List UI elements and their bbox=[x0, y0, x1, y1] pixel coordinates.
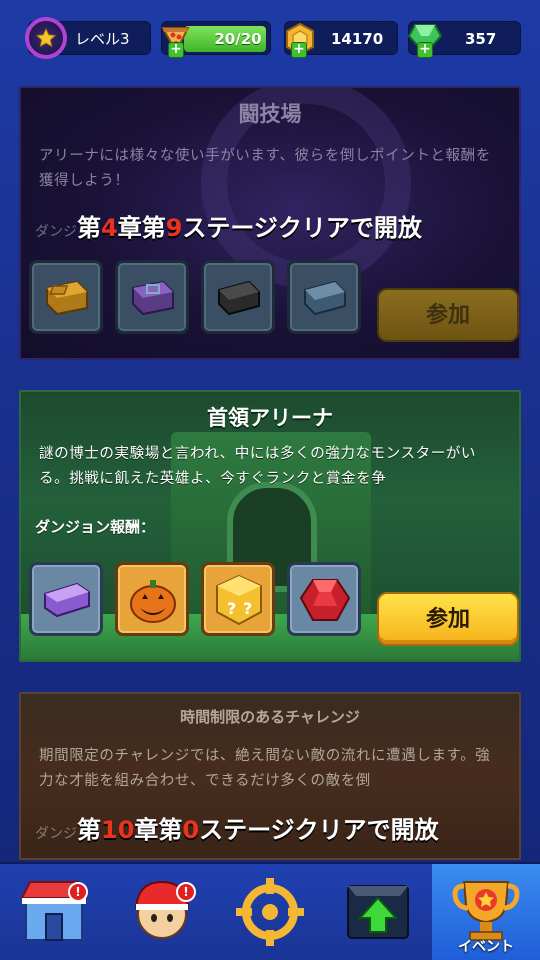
crosshair-icon bbox=[236, 878, 304, 946]
ruby-icon[interactable] bbox=[287, 562, 361, 636]
nav-upgrade[interactable] bbox=[324, 864, 432, 960]
timed-challenge-card: 時間制限のあるチャレンジ 期間限定のチャレンジでは、絶え間ない敵の流れに遭遇しま… bbox=[19, 692, 521, 860]
dungeon-reward-label: ダンジョン報酬： bbox=[35, 518, 156, 536]
status-bar: レベル3 + 20/20 + 14170 + 357 bbox=[0, 0, 540, 70]
purple-chest-icon[interactable] bbox=[115, 260, 189, 334]
timed-challenge-unlock-requirement: ダンジ第10章第0ステージクリアで開放 bbox=[35, 816, 439, 844]
arena-unlock-requirement: ダンジ第4章第9ステージクリアで開放 bbox=[35, 214, 422, 242]
bottom-navigation: ! ! イベント bbox=[0, 862, 540, 960]
arena-join-button[interactable]: 参加 bbox=[377, 288, 519, 342]
boss-arena-card: 首領アリーナ 謎の博士の実験場と言われ、中には多くの強力なモンスターがいる。挑戦… bbox=[19, 390, 521, 662]
nav-shop[interactable]: ! bbox=[0, 864, 108, 960]
energy-display[interactable]: + 20/20 bbox=[161, 21, 271, 58]
arena-title: 闘技場 bbox=[238, 102, 302, 126]
pumpkin-icon[interactable] bbox=[115, 562, 189, 636]
unlock-stage: 9 bbox=[165, 214, 183, 242]
level-label: レベル3 bbox=[75, 30, 130, 48]
unlock-stage: 0 bbox=[182, 816, 200, 844]
add-gems-icon[interactable]: + bbox=[417, 42, 433, 58]
boss-arena-description: 謎の博士の実験場と言われ、中には多くの強力なモンスターがいる。挑戦に飢えた英雄よ… bbox=[39, 446, 477, 487]
shop-alert-badge: ! bbox=[68, 882, 88, 902]
purple-ingot-icon[interactable] bbox=[29, 562, 103, 636]
gem-display[interactable]: + 357 bbox=[407, 21, 521, 58]
boss-arena-title: 首領アリーナ bbox=[207, 406, 333, 430]
upgrade-icon bbox=[347, 885, 409, 939]
energy-value: 20/20 bbox=[214, 30, 262, 48]
timed-challenge-title: 時間制限のあるチャレンジ bbox=[180, 708, 360, 726]
add-energy-icon[interactable]: + bbox=[168, 42, 184, 58]
arena-description: アリーナには様々な使い手がいます、彼らを倒しポイントと報酬を獲得しよう！ bbox=[39, 148, 491, 189]
gold-value: 14170 bbox=[331, 30, 384, 48]
nav-hero[interactable]: ! bbox=[108, 864, 216, 960]
blue-ingot-icon[interactable] bbox=[287, 260, 361, 334]
add-gold-icon[interactable]: + bbox=[291, 42, 307, 58]
black-ingot-icon[interactable] bbox=[201, 260, 275, 334]
nav-events[interactable]: イベント bbox=[432, 864, 540, 960]
unlock-chapter: 10 bbox=[101, 816, 135, 844]
star-icon bbox=[25, 17, 67, 59]
gold-ingot-icon[interactable] bbox=[29, 260, 103, 334]
nav-events-label: イベント bbox=[458, 939, 514, 955]
unlock-prefix: ダンジ bbox=[35, 826, 77, 842]
level-display[interactable]: レベル3 bbox=[25, 17, 151, 59]
gem-value: 357 bbox=[465, 30, 497, 48]
svg-text:?: ? bbox=[243, 599, 252, 618]
gold-display[interactable]: + 14170 bbox=[284, 21, 398, 58]
hero-alert-badge: ! bbox=[176, 882, 196, 902]
unlock-prefix: ダンジ bbox=[35, 224, 77, 240]
nav-battle[interactable] bbox=[216, 864, 324, 960]
unlock-chapter: 4 bbox=[101, 214, 118, 242]
mystery-box-icon[interactable]: ?? bbox=[201, 562, 275, 636]
boss-arena-join-button[interactable]: 参加 bbox=[377, 592, 519, 646]
svg-text:?: ? bbox=[227, 599, 236, 618]
timed-challenge-description: 期間限定のチャレンジでは、絶え間ない敵の流れに遭遇します。強力な才能を組み合わせ… bbox=[39, 748, 491, 789]
arena-card: 闘技場 アリーナには様々な使い手がいます、彼らを倒しポイントと報酬を獲得しよう！… bbox=[19, 86, 521, 360]
